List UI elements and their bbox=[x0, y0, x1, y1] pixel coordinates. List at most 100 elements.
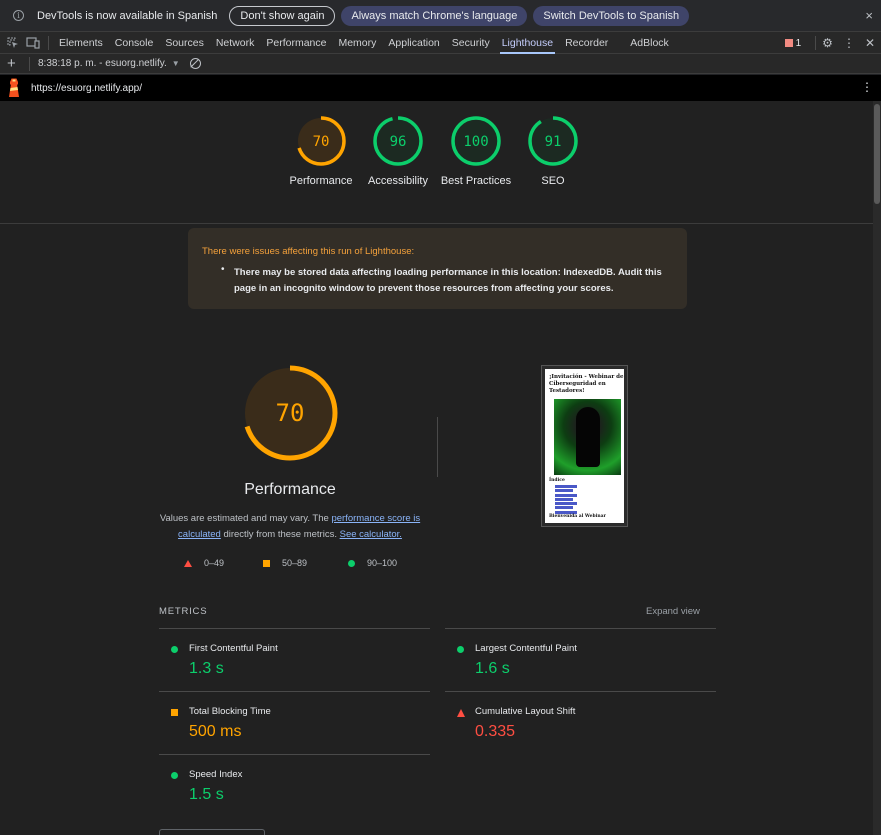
description-text: Values are estimated and may vary. The bbox=[159, 513, 332, 524]
tab-application[interactable]: Application bbox=[382, 32, 445, 54]
chevron-down-icon[interactable]: ▼ bbox=[172, 59, 180, 68]
performance-score-gauge: 70 bbox=[242, 365, 338, 461]
gauge-seo[interactable]: 91 SEO bbox=[513, 101, 593, 189]
tab-lighthouse[interactable]: Lighthouse bbox=[496, 32, 559, 54]
gauge-best-practices[interactable]: 100 Best Practices bbox=[436, 101, 516, 189]
run-warnings: There were issues affecting this run of … bbox=[188, 228, 687, 309]
gauge-label: SEO bbox=[541, 175, 565, 187]
report-select[interactable]: 8:38:18 p. m. - esuorg.netlify. bbox=[38, 58, 167, 69]
toolbar-divider bbox=[29, 56, 30, 71]
screenshot-link-list bbox=[555, 485, 595, 515]
metric-largest-contentful-paint: Largest Contentful Paint 1.6 s bbox=[445, 628, 716, 691]
description-text: directly from these metrics. bbox=[220, 529, 340, 540]
tab-memory[interactable]: Memory bbox=[332, 32, 382, 54]
screenshot-section: Índice bbox=[549, 478, 565, 483]
see-calculator-link[interactable]: See calculator. bbox=[340, 529, 402, 540]
report-url-bar: https://esuorg.netlify.app/ ⋮ bbox=[0, 75, 881, 101]
settings-gear-icon[interactable]: ⚙ bbox=[822, 36, 833, 50]
gauge-score: 70 bbox=[313, 134, 330, 150]
performance-score: 70 bbox=[276, 399, 305, 427]
expand-view-toggle[interactable]: Expand view bbox=[646, 606, 700, 617]
metric-name: Speed Index bbox=[189, 769, 243, 780]
fail-triangle-icon bbox=[184, 559, 192, 567]
metric-name: Cumulative Layout Shift bbox=[475, 706, 576, 717]
tab-adblock[interactable]: AdBlock bbox=[624, 32, 675, 54]
warning-title: There were issues affecting this run of … bbox=[202, 246, 415, 257]
report-url: https://esuorg.netlify.app/ bbox=[31, 82, 142, 94]
more-options-icon[interactable]: ⋮ bbox=[843, 36, 855, 50]
gauge-score: 96 bbox=[390, 134, 407, 150]
metric-value: 1.5 s bbox=[189, 786, 224, 803]
metric-name: Largest Contentful Paint bbox=[475, 643, 577, 654]
metric-speed-index: Speed Index 1.5 s bbox=[159, 754, 430, 817]
bullet: • bbox=[221, 264, 225, 275]
metric-first-contentful-paint: First Contentful Paint 1.3 s bbox=[159, 628, 430, 691]
gauge-performance[interactable]: 70 Performance bbox=[281, 101, 361, 189]
score-gauge-icon: 70 bbox=[296, 116, 346, 166]
legend-pass: 90–100 bbox=[348, 558, 397, 568]
clear-reports-icon[interactable] bbox=[189, 58, 201, 69]
device-toolbar-icon[interactable] bbox=[26, 36, 40, 50]
fail-triangle-icon bbox=[457, 709, 465, 717]
hacker-image bbox=[554, 399, 621, 475]
metric-value: 0.335 bbox=[475, 723, 516, 740]
lighthouse-report: 70 Performance 96 Accessibility 100 Best Prac… bbox=[0, 101, 881, 835]
devtools-tabbar: Elements Console Sources Network Performance… bbox=[0, 32, 881, 54]
performance-description: Values are estimated and may vary. The p… bbox=[152, 511, 428, 543]
tab-recorder[interactable]: Recorder bbox=[559, 32, 614, 54]
tabbar-right-controls: 1 ⚙ ⋮ ✕ bbox=[784, 32, 881, 54]
metric-value: 1.6 s bbox=[475, 660, 510, 677]
legend-average: 50–89 bbox=[263, 558, 307, 568]
warning-item: There may be stored data affecting loadi… bbox=[234, 267, 662, 294]
metric-name: Total Blocking Time bbox=[189, 706, 271, 717]
issues-count: 1 bbox=[795, 37, 802, 49]
final-screenshot[interactable]: ¡Invitación - Webinar de Ciberseguridad … bbox=[541, 365, 628, 527]
section-divider bbox=[437, 417, 438, 477]
legend-pass-range: 90–100 bbox=[367, 558, 398, 568]
tab-network[interactable]: Network bbox=[210, 32, 261, 54]
new-report-button[interactable]: + bbox=[7, 55, 19, 72]
switch-to-spanish-button[interactable]: Switch DevTools to Spanish bbox=[533, 5, 690, 26]
tab-elements[interactable]: Elements bbox=[53, 32, 109, 54]
legend-fail: 0–49 bbox=[184, 558, 224, 568]
gauge-accessibility[interactable]: 96 Accessibility bbox=[358, 101, 438, 189]
gauge-score: 100 bbox=[463, 134, 488, 150]
legend-fail-range: 0–49 bbox=[204, 558, 225, 568]
view-treemap-button[interactable] bbox=[159, 829, 265, 835]
report-menu-icon[interactable]: ⋮ bbox=[861, 80, 873, 94]
infobar-close-icon[interactable]: × bbox=[865, 8, 873, 23]
gauge-label: Best Practices bbox=[440, 175, 512, 187]
gauge-score: 91 bbox=[545, 134, 562, 150]
average-square-icon bbox=[171, 709, 178, 716]
metric-value: 1.3 s bbox=[189, 660, 224, 677]
info-icon: i bbox=[13, 10, 24, 21]
close-devtools-icon[interactable]: ✕ bbox=[865, 36, 875, 50]
toolbar-divider bbox=[815, 36, 817, 50]
lighthouse-report-toolbar: + 8:38:18 p. m. - esuorg.netlify. ▼ bbox=[0, 54, 881, 74]
metric-name: First Contentful Paint bbox=[189, 643, 278, 654]
toolbar-divider bbox=[48, 35, 49, 50]
always-match-language-button[interactable]: Always match Chrome's language bbox=[341, 5, 528, 26]
scrollbar-thumb[interactable] bbox=[874, 104, 880, 204]
screenshot-title: ¡Invitación - Webinar de Ciberseguridad … bbox=[549, 374, 624, 394]
metric-cumulative-layout-shift: Cumulative Layout Shift 0.335 bbox=[445, 691, 716, 754]
tab-performance[interactable]: Performance bbox=[260, 32, 332, 54]
infobar-message: DevTools is now available in Spanish bbox=[37, 9, 218, 22]
score-gauge-icon: 100 bbox=[451, 116, 501, 166]
performance-title: Performance bbox=[244, 481, 336, 498]
category-gauges: 70 Performance 96 Accessibility 100 Best Prac… bbox=[0, 101, 873, 224]
lighthouse-logo-icon bbox=[7, 78, 21, 98]
issues-badge[interactable]: 1 bbox=[784, 37, 802, 49]
scrollbar[interactable] bbox=[873, 101, 881, 835]
gauge-label: Accessibility bbox=[368, 175, 428, 187]
score-gauge-icon: 96 bbox=[373, 116, 423, 166]
tab-security[interactable]: Security bbox=[446, 32, 496, 54]
gauge-label: Performance bbox=[289, 175, 353, 187]
metric-total-blocking-time: Total Blocking Time 500 ms bbox=[159, 691, 430, 754]
tab-console[interactable]: Console bbox=[109, 32, 160, 54]
tab-sources[interactable]: Sources bbox=[159, 32, 210, 54]
inspect-element-icon[interactable] bbox=[6, 36, 20, 50]
legend-average-range: 50–89 bbox=[282, 558, 308, 568]
dont-show-again-button[interactable]: Don't show again bbox=[229, 5, 336, 26]
screenshot-footer: Bienvenida al Webinar bbox=[549, 514, 606, 519]
